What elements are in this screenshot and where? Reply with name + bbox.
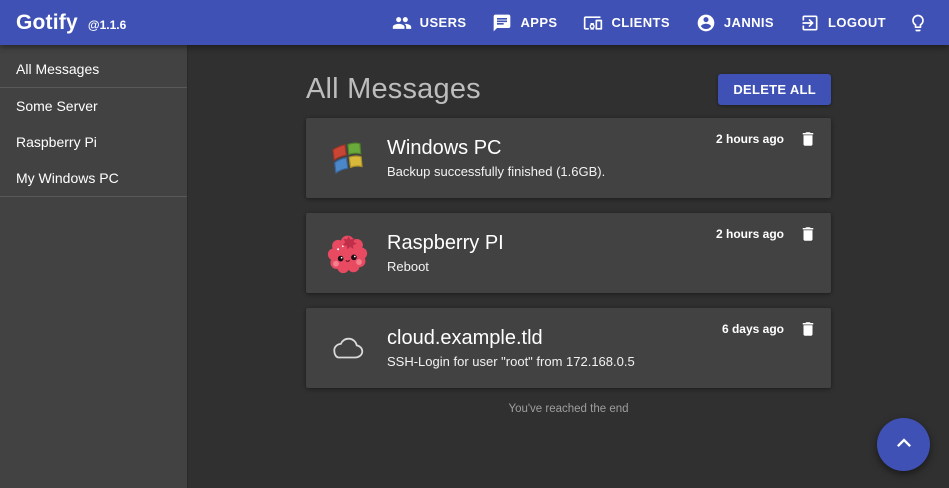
lightbulb-icon: [908, 13, 928, 33]
trash-icon: [799, 231, 817, 246]
brand-title: Gotify: [16, 11, 78, 35]
delete-message-button[interactable]: [799, 130, 817, 148]
brand-link[interactable]: Gotify @1.1.6: [16, 11, 126, 35]
users-group-icon: [392, 13, 412, 33]
sidebar-item-my-windows-pc[interactable]: My Windows PC: [0, 160, 187, 196]
chat-bubble-icon: [492, 13, 512, 33]
gotify-app: Gotify @1.1.6 USERS APPS CLIENTS JANNIS: [0, 0, 949, 488]
message-card-raspberry-pi: Raspberry PI Reboot 2 hours ago: [306, 213, 831, 293]
nav-users-button[interactable]: USERS: [379, 5, 480, 41]
page-title: All Messages: [306, 73, 481, 106]
message-body: Backup successfully finished (1.6GB).: [387, 164, 665, 179]
cloud-logo-icon: [327, 328, 368, 369]
main-area: All Messages DELETE ALL W: [188, 45, 949, 488]
message-title: Windows PC: [387, 137, 665, 160]
sidebar-divider: [0, 196, 187, 197]
delete-all-button[interactable]: DELETE ALL: [718, 74, 831, 105]
message-timestamp: 2 hours ago: [716, 227, 784, 241]
sidebar: All Messages Some Server Raspberry Pi My…: [0, 45, 188, 488]
nav-clients-label: CLIENTS: [611, 15, 669, 30]
message-body: Reboot: [387, 259, 665, 274]
navbar: Gotify @1.1.6 USERS APPS CLIENTS JANNIS: [0, 0, 949, 45]
nav-user-label: JANNIS: [724, 15, 774, 30]
theme-toggle-button[interactable]: [899, 5, 937, 41]
logout-icon: [800, 13, 820, 33]
message-card-windows-pc: Windows PC Backup successfully finished …: [306, 118, 831, 198]
message-card-cloud: cloud.example.tld SSH-Login for user "ro…: [306, 308, 831, 388]
trash-icon: [799, 136, 817, 151]
navbar-actions: USERS APPS CLIENTS JANNIS LOGOUT: [379, 5, 933, 41]
nav-logout-button[interactable]: LOGOUT: [787, 5, 899, 41]
delete-message-button[interactable]: [799, 225, 817, 243]
sidebar-item-some-server[interactable]: Some Server: [0, 88, 187, 124]
nav-clients-button[interactable]: CLIENTS: [570, 5, 682, 41]
sidebar-item-raspberry-pi[interactable]: Raspberry Pi: [0, 124, 187, 160]
message-title: cloud.example.tld: [387, 327, 665, 350]
scroll-to-top-button[interactable]: [877, 418, 930, 471]
message-meta: 6 days ago: [722, 320, 817, 338]
nav-user-account-button[interactable]: JANNIS: [683, 5, 787, 41]
message-meta: 2 hours ago: [716, 225, 817, 243]
account-circle-icon: [696, 13, 716, 33]
brand-version: @1.1.6: [88, 18, 126, 32]
devices-icon: [583, 13, 603, 33]
chevron-up-icon: [890, 429, 918, 460]
windows-logo-icon: [327, 138, 368, 179]
raspberry-logo-icon: [327, 233, 368, 274]
nav-apps-button[interactable]: APPS: [479, 5, 570, 41]
message-timestamp: 2 hours ago: [716, 132, 784, 146]
message-meta: 2 hours ago: [716, 130, 817, 148]
page-header: All Messages DELETE ALL: [306, 72, 831, 106]
nav-logout-label: LOGOUT: [828, 15, 886, 30]
end-of-list-text: You've reached the end: [306, 403, 831, 415]
nav-users-label: USERS: [420, 15, 467, 30]
nav-apps-label: APPS: [520, 15, 557, 30]
message-title: Raspberry PI: [387, 232, 665, 255]
trash-icon: [799, 326, 817, 341]
message-timestamp: 6 days ago: [722, 322, 784, 336]
delete-message-button[interactable]: [799, 320, 817, 338]
message-body: SSH-Login for user "root" from 172.168.0…: [387, 354, 665, 369]
sidebar-item-all-messages[interactable]: All Messages: [0, 51, 187, 87]
